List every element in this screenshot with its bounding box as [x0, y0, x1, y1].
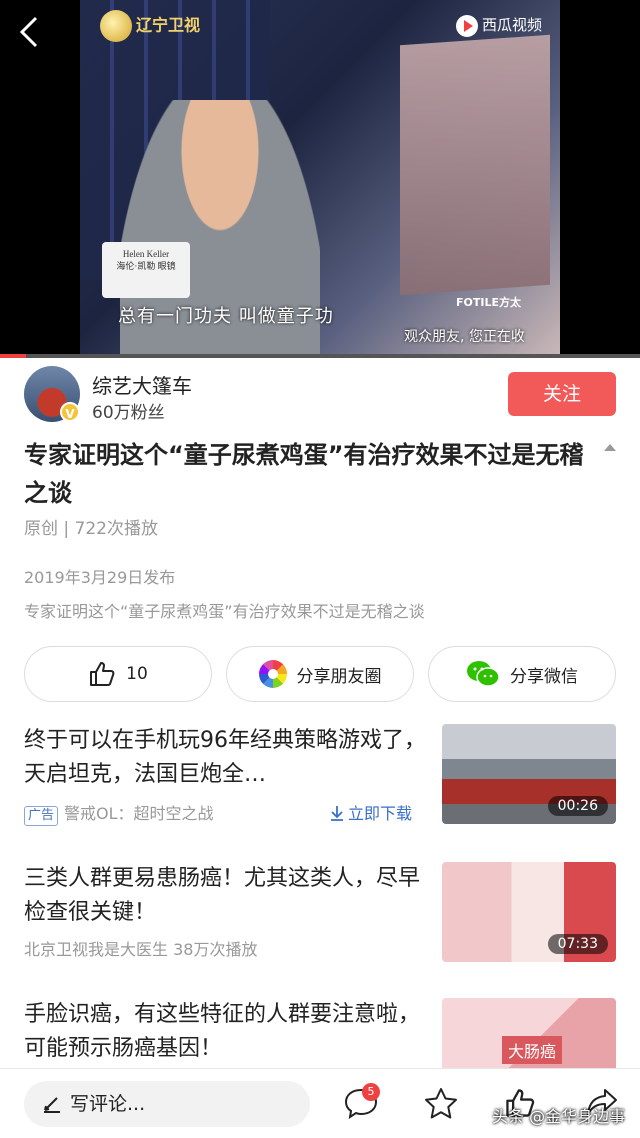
- platform-logo: 西瓜视频: [456, 14, 542, 37]
- author-name[interactable]: 综艺大篷车: [92, 370, 192, 399]
- video-subtitle: 总有一门功夫 叫做童子功: [118, 306, 334, 327]
- feed-title: 三类人群更易患肠癌！尤其这类人，尽早检查很关键！: [24, 866, 421, 925]
- list-item[interactable]: 手脸识癌，有这些特征的人群要注意啦，可能预示肠癌基因！ 大肠癌: [24, 998, 616, 1068]
- video-thumbnail[interactable]: 07:33: [442, 862, 616, 962]
- video-progress-bar[interactable]: [0, 354, 640, 358]
- feed-title: 手脸识癌，有这些特征的人群要注意啦，可能预示肠癌基因！: [24, 1002, 421, 1061]
- play-icon: [456, 14, 478, 37]
- platform-logo-text: 西瓜视频: [482, 16, 543, 34]
- video-thumbnail[interactable]: 大肠癌: [442, 998, 616, 1068]
- star-icon: [425, 1088, 457, 1119]
- publish-date: 2019年3月29日发布: [24, 568, 176, 587]
- podium-logo: Helen Keller 海伦·凯勒 眼镜: [102, 242, 190, 298]
- download-button[interactable]: 立即下载: [330, 800, 412, 824]
- video-progress-fill: [0, 354, 26, 358]
- list-item[interactable]: 三类人群更易患肠癌！尤其这类人，尽早检查很关键！ 北京卫视我是大医生 38万次播…: [24, 862, 616, 962]
- podium-brand-en: Helen Keller: [122, 249, 170, 259]
- video-duration: 00:26: [547, 796, 608, 816]
- collapse-icon[interactable]: [604, 444, 616, 451]
- comment-count-badge: 5: [362, 1083, 380, 1101]
- watermark: 头条 @金华身边事: [492, 1107, 626, 1126]
- follow-button[interactable]: 关注: [508, 372, 616, 416]
- pencil-icon: [44, 1097, 60, 1113]
- author-fans: 60万粉丝: [92, 403, 165, 423]
- download-label: 立即下载: [348, 804, 413, 823]
- sponsor-logo: FOTILE方太: [456, 296, 521, 309]
- comment-input[interactable]: 写评论...: [24, 1081, 310, 1127]
- chevron-left-icon: [19, 16, 38, 48]
- video-player[interactable]: Helen Keller 海伦·凯勒 眼镜 辽宁卫视 西瓜视频 总有一门功夫 叫…: [0, 0, 640, 356]
- like-count: 10: [126, 664, 148, 684]
- share-wechat-button[interactable]: 分享微信: [428, 646, 616, 702]
- list-item[interactable]: 终于可以在手机玩96年经典策略游戏了，天启坦克，法国巨炮全… 广告 警戒OL：超时…: [24, 724, 616, 826]
- channel-logo-text: 辽宁卫视: [136, 15, 201, 35]
- feed-title: 终于可以在手机玩96年经典策略游戏了，天启坦克，法国巨炮全…: [24, 728, 426, 787]
- podium-brand-cn: 海伦·凯勒 眼镜: [116, 261, 176, 271]
- studio-story-sign: [400, 34, 550, 296]
- share-moments-label: 分享朋友圈: [296, 666, 382, 687]
- channel-logo: 辽宁卫视: [100, 10, 200, 42]
- video-caption: 观众朋友, 您正在收: [404, 329, 525, 345]
- ad-badge: 广告: [24, 806, 59, 826]
- feed-source: 北京卫视我是大医生 38万次播放: [24, 940, 258, 959]
- feed-source: 广告 警戒OL：超时空之战: [24, 800, 214, 826]
- channel-logo-icon: [100, 10, 132, 42]
- action-bar: 10 分享朋友圈 分享微信: [24, 646, 616, 702]
- video-meta: 原创 | 722次播放: [24, 519, 158, 539]
- moments-icon: [258, 660, 287, 688]
- verified-badge: V: [60, 402, 80, 422]
- author-row: V 综艺大篷车 60万粉丝 关注: [24, 366, 616, 426]
- wechat-icon: [466, 660, 500, 688]
- video-duration: 07:33: [547, 934, 608, 954]
- like-button[interactable]: 10: [24, 646, 212, 702]
- favorite-button[interactable]: [424, 1087, 458, 1123]
- feed-source-name: 警戒OL：超时空之战: [64, 804, 214, 823]
- thumbnail-label: 大肠癌: [502, 1036, 563, 1064]
- share-moments-button[interactable]: 分享朋友圈: [226, 646, 414, 702]
- comment-placeholder: 写评论...: [70, 1093, 146, 1115]
- video-thumbnail[interactable]: 00:26: [442, 724, 616, 824]
- video-description: 专家证明这个“童子尿煮鸡蛋”有治疗效果不过是无稽之谈: [24, 602, 425, 621]
- share-wechat-label: 分享微信: [510, 666, 578, 687]
- page-title: 专家证明这个“童子尿煮鸡蛋”有治疗效果不过是无稽之谈: [24, 441, 584, 507]
- back-button[interactable]: [18, 16, 48, 52]
- thumbs-up-icon: [88, 660, 116, 688]
- bottom-bar: 写评论... 5 头条 @金华身边事: [0, 1068, 640, 1138]
- download-icon: [331, 806, 343, 821]
